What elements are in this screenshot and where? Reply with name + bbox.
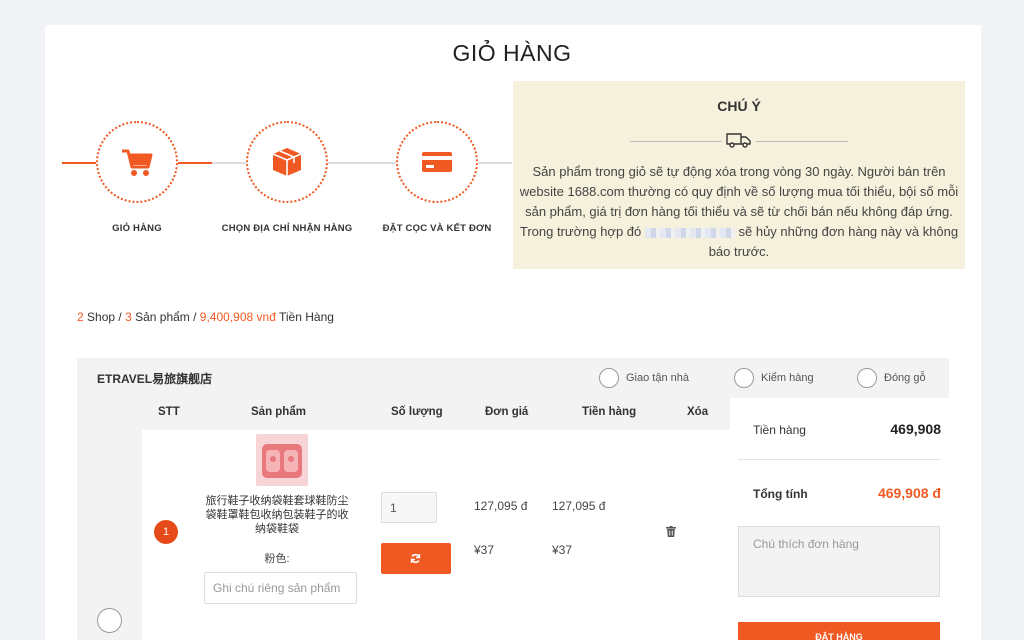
checkout-steps: GIỎ HÀNG CHỌN ĐỊA CHỈ NHẬN HÀNG ĐẶT CỌC … (62, 118, 512, 248)
notice-box: CHÚ Ý Sản phẩm trong giỏ sẽ tự động xóa … (513, 81, 965, 269)
product-name[interactable]: 旅行鞋子收纳袋鞋套球鞋防尘袋鞋罩鞋包收纳包装鞋子的收纳袋鞋袋 (202, 494, 352, 536)
product-label: Sản phẩm / (131, 310, 200, 324)
item-index-badge: 1 (154, 520, 178, 544)
shop-label: Shop / (83, 310, 126, 324)
header-unit-price: Đơn giá (485, 406, 529, 418)
step-label: CHỌN ĐỊA CHỈ NHẬN HÀNG (221, 223, 353, 234)
option-label: Giao tận nhà (626, 372, 689, 384)
order-note-input[interactable] (738, 526, 940, 597)
delete-button[interactable] (666, 524, 676, 542)
radio-button[interactable] (599, 368, 619, 388)
product-image[interactable] (256, 434, 308, 486)
step-label: ĐẶT CỌC VÀ KẾT ĐƠN (382, 223, 492, 234)
notice-text-after: sẽ hủy những đơn hàng này và không báo t… (708, 224, 959, 259)
step-label: GIỎ HÀNG (112, 223, 162, 234)
step-circle (396, 121, 478, 203)
total-amount: 9,400,908 vnđ (199, 310, 276, 324)
order-summary-panel: Tiền hàng 469,908 Tổng tính 469,908 đ ĐẶ… (730, 398, 949, 640)
product-count: 3 (125, 310, 132, 324)
truck-icon (722, 132, 756, 153)
subtotal-label: Tiền hàng (753, 423, 806, 437)
notice-title: CHÚ Ý (717, 98, 761, 114)
unit-price-vnd: 127,095 đ (474, 499, 528, 513)
unit-price-cny: ¥37 (474, 543, 495, 557)
product-variant: 粉色: (264, 553, 290, 565)
total-label: Tiền Hàng (275, 310, 334, 324)
amount-cny: ¥37 (552, 543, 573, 557)
quantity-input[interactable] (381, 492, 437, 523)
header-stt: STT (158, 406, 180, 418)
option-wood-packing[interactable]: Đóng gỗ (857, 368, 926, 388)
shop-block: ETRAVEL易旅旗舰店 Giao tận nhà Kiểm hàng Đóng… (77, 358, 949, 640)
page-title: GIỎ HÀNG (452, 40, 572, 66)
update-quantity-button[interactable] (381, 543, 451, 574)
cart-summary: 2 Shop / 3 Sản phẩm / 9,400,908 vnđ Tiền… (77, 310, 334, 324)
cart-icon (122, 149, 153, 176)
header-quantity: Số lượng (391, 406, 443, 418)
subtotal-value: 469,908 (890, 421, 941, 437)
radio-button[interactable] (857, 368, 877, 388)
table-row: 1 旅行鞋子收纳袋鞋套球鞋防尘袋鞋罩鞋包收纳包装鞋子的收纳袋鞋袋 粉色: 127… (142, 430, 730, 640)
step-circle (246, 121, 328, 203)
option-inspect[interactable]: Kiểm hàng (734, 368, 814, 388)
refresh-icon (410, 553, 421, 564)
step-address[interactable]: CHỌN ĐỊA CHỈ NHẬN HÀNG (212, 118, 362, 234)
divider (738, 459, 941, 460)
credit-card-icon (422, 152, 452, 172)
header-product: Sản phẩm (251, 406, 306, 418)
trash-icon (666, 526, 676, 537)
header-amount: Tiền hàng (582, 406, 637, 418)
total-value: 469,908 đ (877, 485, 941, 501)
option-label: Đóng gỗ (884, 372, 926, 384)
radio-button[interactable] (734, 368, 754, 388)
step-circle (96, 121, 178, 203)
shop-name: ETRAVEL易旅旗舰店 (97, 372, 213, 386)
notice-text: Sản phẩm trong giỏ sẽ tự động xóa trong … (513, 162, 965, 262)
redacted-name (644, 227, 735, 238)
option-label: Kiểm hàng (761, 372, 814, 384)
header-delete: Xóa (687, 406, 709, 418)
select-item-radio[interactable] (97, 608, 122, 633)
item-note-input[interactable] (204, 572, 357, 604)
box-icon (272, 148, 302, 176)
place-order-button[interactable]: ĐẶT HÀNG (738, 622, 940, 640)
shop-count: 2 (77, 310, 84, 324)
option-home-delivery[interactable]: Giao tận nhà (599, 368, 689, 388)
step-deposit[interactable]: ĐẶT CỌC VÀ KẾT ĐƠN (362, 118, 512, 234)
amount-vnd: 127,095 đ (552, 499, 606, 513)
step-cart[interactable]: GIỎ HÀNG (62, 118, 212, 234)
total-label: Tổng tính (753, 487, 808, 501)
